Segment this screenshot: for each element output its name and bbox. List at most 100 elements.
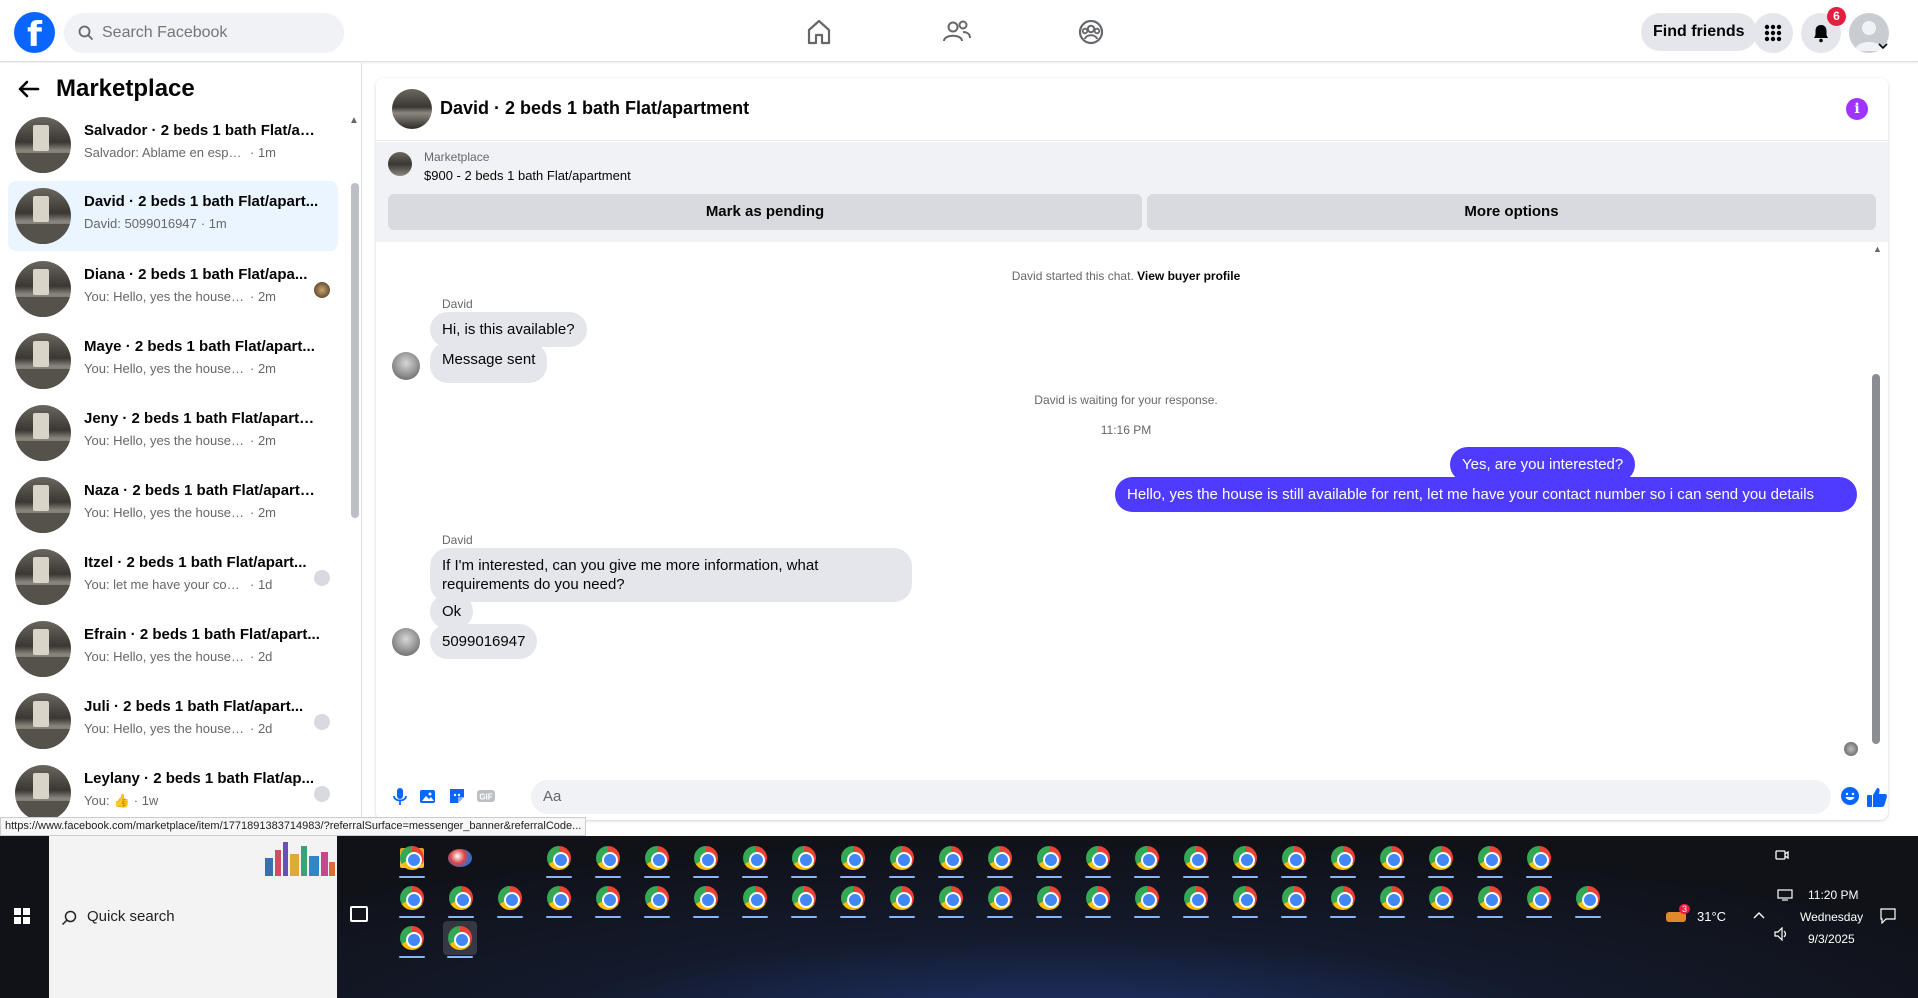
paint-app-icon[interactable] bbox=[443, 841, 477, 875]
message-input[interactable]: Aa bbox=[531, 780, 1831, 814]
chrome-profile-icon[interactable] bbox=[1424, 841, 1458, 878]
search-box[interactable] bbox=[64, 13, 344, 53]
mark-as-pending-button[interactable]: Mark as pending bbox=[388, 194, 1142, 230]
view-buyer-profile-link[interactable]: View buyer profile bbox=[1137, 269, 1240, 283]
windows-start-icon[interactable] bbox=[14, 908, 30, 924]
friends-icon[interactable] bbox=[941, 16, 973, 48]
chrome-profile-icon[interactable] bbox=[1473, 881, 1507, 918]
conversation-item[interactable]: Diana · 2 beds 1 bath Flat/apa... You: H… bbox=[8, 254, 338, 324]
quick-search-box[interactable]: Quick search bbox=[49, 836, 337, 998]
chrome-profile-icon[interactable] bbox=[1571, 881, 1605, 918]
chrome-profile-icon[interactable] bbox=[1228, 881, 1262, 918]
more-options-button[interactable]: More options bbox=[1147, 194, 1876, 230]
chrome-profile-icon[interactable] bbox=[1081, 881, 1115, 918]
chrome-profile-icon[interactable] bbox=[591, 881, 625, 918]
back-arrow-icon[interactable] bbox=[18, 80, 40, 98]
network-icon[interactable] bbox=[1777, 889, 1793, 901]
find-friends-button[interactable]: Find friends bbox=[1641, 13, 1757, 51]
chrome-profile-icon[interactable] bbox=[1326, 881, 1360, 918]
chrome-profile-icon[interactable] bbox=[689, 841, 723, 878]
clock-day[interactable]: Wednesday bbox=[1800, 910, 1863, 924]
chrome-profile-icon[interactable] bbox=[934, 881, 968, 918]
sender-avatar[interactable] bbox=[392, 628, 420, 656]
chrome-profile-icon[interactable] bbox=[1179, 881, 1213, 918]
chrome-profile-icon[interactable] bbox=[983, 841, 1017, 878]
notification-center-icon[interactable] bbox=[1880, 908, 1896, 924]
incoming-message[interactable]: Message sent bbox=[430, 342, 548, 383]
clock-time[interactable]: 11:20 PM bbox=[1808, 888, 1858, 902]
listing-thumbnail[interactable] bbox=[388, 152, 412, 176]
chrome-profile-icon[interactable] bbox=[836, 881, 870, 918]
chrome-profile-icon[interactable] bbox=[640, 881, 674, 918]
photo-icon[interactable] bbox=[418, 786, 438, 806]
sender-avatar[interactable] bbox=[392, 352, 420, 380]
chrome-profile-icon[interactable] bbox=[885, 881, 919, 918]
conversation-item[interactable]: Efrain · 2 beds 1 bath Flat/apart... You… bbox=[8, 614, 338, 684]
chrome-profile-icon[interactable] bbox=[443, 921, 477, 958]
conversation-item[interactable]: Juli · 2 beds 1 bath Flat/apart... You: … bbox=[8, 686, 338, 756]
chrome-profile-icon[interactable] bbox=[1424, 881, 1458, 918]
chrome-profile-icon[interactable] bbox=[1032, 881, 1066, 918]
chrome-profile-icon[interactable] bbox=[738, 881, 772, 918]
sidebar-scrollbar[interactable] bbox=[351, 183, 359, 518]
chrome-profile-icon[interactable] bbox=[395, 881, 429, 918]
chrome-profile-icon[interactable] bbox=[983, 881, 1017, 918]
chat-title[interactable]: David · 2 beds 1 bath Flat/apartment bbox=[440, 98, 749, 119]
conversation-item[interactable]: Naza · 2 beds 1 bath Flat/apartm... You:… bbox=[8, 470, 338, 540]
chrome-profile-icon[interactable] bbox=[1522, 841, 1556, 878]
chrome-profile-icon[interactable] bbox=[1277, 841, 1311, 878]
chrome-profile-icon[interactable] bbox=[1522, 881, 1556, 918]
chrome-profile-icon[interactable] bbox=[689, 881, 723, 918]
emoji-icon[interactable] bbox=[1840, 786, 1860, 806]
chrome-profile-icon[interactable] bbox=[934, 841, 968, 878]
meet-now-icon[interactable] bbox=[1775, 848, 1789, 862]
chrome-profile-icon[interactable] bbox=[444, 881, 478, 918]
chrome-profile-icon[interactable] bbox=[1081, 841, 1115, 878]
conversation-item[interactable]: Salvador · 2 beds 1 bath Flat/apa... Sal… bbox=[8, 110, 338, 180]
volume-icon[interactable] bbox=[1773, 927, 1789, 941]
chrome-profile-icon[interactable] bbox=[1277, 881, 1311, 918]
clock-date[interactable]: 9/3/2025 bbox=[1808, 932, 1855, 946]
menu-button[interactable] bbox=[1753, 13, 1793, 53]
chrome-profile-icon[interactable] bbox=[1032, 841, 1066, 878]
chrome-profile-icon[interactable] bbox=[885, 841, 919, 878]
home-icon[interactable] bbox=[803, 16, 835, 48]
incoming-message[interactable]: 5099016947 bbox=[430, 624, 538, 659]
chrome-profile-icon[interactable] bbox=[1375, 881, 1409, 918]
gif-icon[interactable]: GIF bbox=[476, 786, 496, 806]
chevron-down-icon[interactable] bbox=[1878, 42, 1888, 50]
info-icon[interactable]: i bbox=[1846, 98, 1868, 120]
groups-icon[interactable] bbox=[1075, 16, 1107, 48]
chrome-profile-icon[interactable] bbox=[836, 841, 870, 878]
chrome-profile-icon[interactable] bbox=[787, 841, 821, 878]
chrome-profile-icon[interactable] bbox=[787, 881, 821, 918]
chevron-up-icon[interactable] bbox=[1753, 911, 1765, 919]
task-view-icon[interactable] bbox=[350, 906, 368, 922]
chrome-profile-icon[interactable] bbox=[395, 841, 429, 878]
chat-listing-avatar[interactable] bbox=[392, 89, 432, 129]
scroll-up-arrow-icon[interactable]: ▲ bbox=[1873, 244, 1882, 254]
listing-price[interactable]: $900 - 2 beds 1 bath Flat/apartment bbox=[424, 168, 631, 183]
conversation-item[interactable]: Itzel · 2 beds 1 bath Flat/apart... You:… bbox=[8, 542, 338, 612]
chrome-profile-icon[interactable] bbox=[542, 881, 576, 918]
chrome-profile-icon[interactable] bbox=[542, 841, 576, 878]
chrome-profile-icon[interactable] bbox=[1130, 881, 1164, 918]
thumbs-up-icon[interactable] bbox=[1866, 786, 1888, 808]
conversation-item[interactable]: Maye · 2 beds 1 bath Flat/apart... You: … bbox=[8, 326, 338, 396]
chrome-profile-icon[interactable] bbox=[738, 841, 772, 878]
chrome-profile-icon[interactable] bbox=[1375, 841, 1409, 878]
microphone-icon[interactable] bbox=[390, 786, 410, 806]
chrome-profile-icon[interactable] bbox=[1228, 841, 1262, 878]
facebook-logo-icon[interactable]: f bbox=[14, 12, 55, 53]
conversation-item[interactable]: Jeny · 2 beds 1 bath Flat/apartm... You:… bbox=[8, 398, 338, 468]
chrome-profile-icon[interactable] bbox=[640, 841, 674, 878]
outgoing-message[interactable]: Hello, yes the house is still available … bbox=[1115, 477, 1857, 512]
conversation-item-active[interactable]: David · 2 beds 1 bath Flat/apart... Davi… bbox=[8, 181, 338, 251]
chrome-profile-icon[interactable] bbox=[1179, 841, 1213, 878]
chat-scrollbar[interactable] bbox=[1872, 374, 1880, 744]
chrome-profile-icon[interactable] bbox=[1326, 841, 1360, 878]
chrome-profile-icon[interactable] bbox=[493, 881, 527, 918]
chrome-profile-icon[interactable] bbox=[1130, 841, 1164, 878]
sticker-icon[interactable] bbox=[447, 786, 467, 806]
chrome-profile-icon[interactable] bbox=[395, 921, 429, 958]
